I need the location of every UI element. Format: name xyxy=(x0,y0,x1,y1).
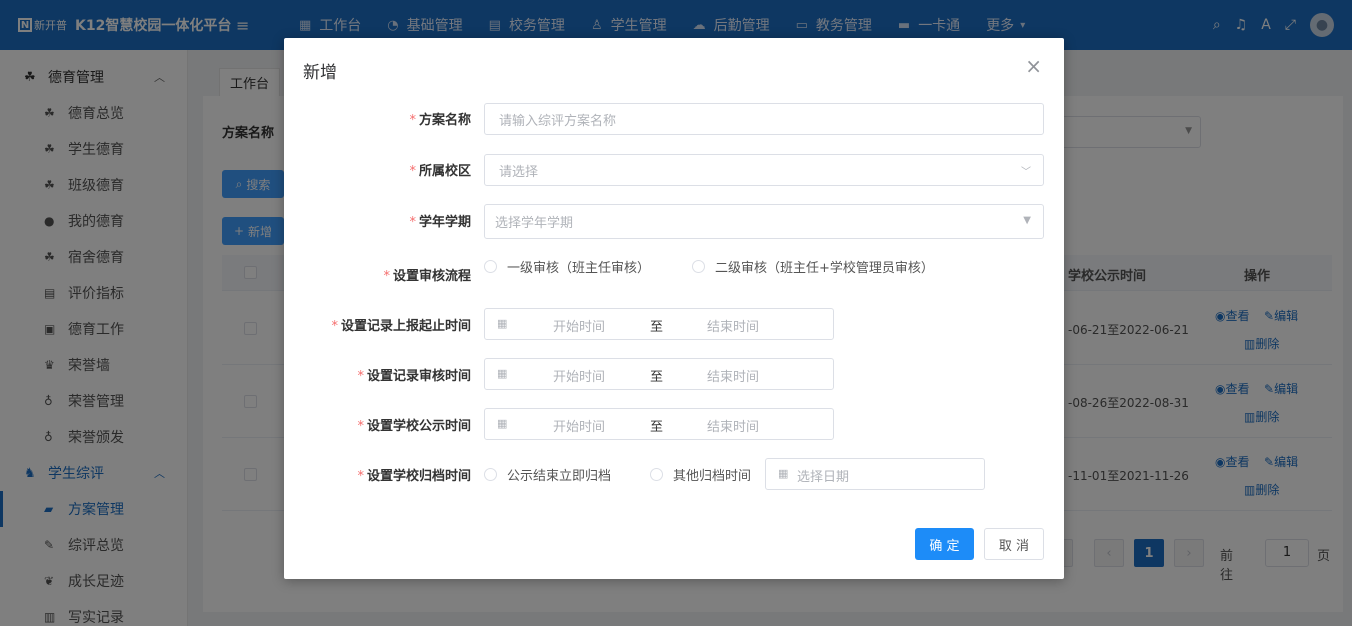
label-text: 设置记录上报起止时间 xyxy=(341,319,471,334)
report-time-range[interactable]: ▦ 开始时间 至 结束时间 xyxy=(484,308,834,340)
plan-name-input[interactable]: 请输入综评方案名称 xyxy=(484,103,1044,135)
placeholder: 选择学年学期 xyxy=(495,212,573,231)
term-label: *学年学期 xyxy=(409,211,471,230)
radio-label: 二级审核（班主任+学校管理员审核） xyxy=(715,257,934,276)
label-text: 设置学校公示时间 xyxy=(367,419,471,434)
radio-dot xyxy=(484,260,497,273)
review-time-label: *设置记录审核时间 xyxy=(357,365,471,384)
radio-dot xyxy=(692,260,705,273)
term-select[interactable]: 选择学年学期 ▼ xyxy=(484,204,1044,239)
label-text: 设置审核流程 xyxy=(393,269,471,284)
calendar-icon: ▦ xyxy=(497,317,507,330)
radio-label: 一级审核（班主任审核） xyxy=(507,257,650,276)
end-placeholder: 结束时间 xyxy=(707,366,759,385)
publish-time-range[interactable]: ▦ 开始时间 至 结束时间 xyxy=(484,408,834,440)
label-text: 方案名称 xyxy=(419,113,471,128)
label-text: 所属校区 xyxy=(419,164,471,179)
range-separator: 至 xyxy=(650,416,663,435)
radio-dot xyxy=(484,468,497,481)
chevron-down-icon: ﹀ xyxy=(1021,163,1031,178)
range-separator: 至 xyxy=(650,366,663,385)
start-placeholder: 开始时间 xyxy=(553,416,605,435)
dialog-title: 新增 xyxy=(303,58,337,83)
confirm-button[interactable]: 确 定 xyxy=(915,528,974,560)
campus-label: *所属校区 xyxy=(409,160,471,179)
radio-label: 公示结束立即归档 xyxy=(507,465,611,484)
cancel-button[interactable]: 取 消 xyxy=(984,528,1044,560)
add-dialog: 新增 × *方案名称 请输入综评方案名称 *所属校区 请选择 ﹀ *学年学期 选择… xyxy=(284,38,1064,579)
close-icon[interactable]: × xyxy=(1025,54,1042,78)
archive-immediate-radio[interactable]: 公示结束立即归档 xyxy=(484,465,611,484)
review-flow-label: *设置审核流程 xyxy=(383,265,471,284)
end-placeholder: 结束时间 xyxy=(707,316,759,335)
label-text: 设置记录审核时间 xyxy=(367,369,471,384)
date-placeholder: 选择日期 xyxy=(797,466,849,485)
archive-other-radio[interactable]: 其他归档时间 xyxy=(650,465,751,484)
calendar-icon: ▦ xyxy=(497,367,507,380)
report-time-label: *设置记录上报起止时间 xyxy=(331,315,471,334)
label-text: 学年学期 xyxy=(419,215,471,230)
review-level1-radio[interactable]: 一级审核（班主任审核） xyxy=(484,257,650,276)
range-separator: 至 xyxy=(650,316,663,335)
calendar-icon: ▦ xyxy=(497,417,507,430)
end-placeholder: 结束时间 xyxy=(707,416,759,435)
calendar-icon: ▦ xyxy=(778,467,788,480)
campus-select[interactable]: 请选择 ﹀ xyxy=(484,154,1044,186)
caret-down-icon: ▼ xyxy=(1023,215,1031,226)
plan-name-label: *方案名称 xyxy=(409,109,471,128)
archive-time-label: *设置学校归档时间 xyxy=(357,465,471,484)
review-level2-radio[interactable]: 二级审核（班主任+学校管理员审核） xyxy=(692,257,934,276)
placeholder: 请选择 xyxy=(499,161,538,180)
label-text: 设置学校归档时间 xyxy=(367,469,471,484)
publish-time-label: *设置学校公示时间 xyxy=(357,415,471,434)
start-placeholder: 开始时间 xyxy=(553,316,605,335)
archive-date-picker[interactable]: ▦ 选择日期 xyxy=(765,458,985,490)
placeholder: 请输入综评方案名称 xyxy=(499,110,616,129)
radio-label: 其他归档时间 xyxy=(673,465,751,484)
start-placeholder: 开始时间 xyxy=(553,366,605,385)
radio-dot xyxy=(650,468,663,481)
review-time-range[interactable]: ▦ 开始时间 至 结束时间 xyxy=(484,358,834,390)
